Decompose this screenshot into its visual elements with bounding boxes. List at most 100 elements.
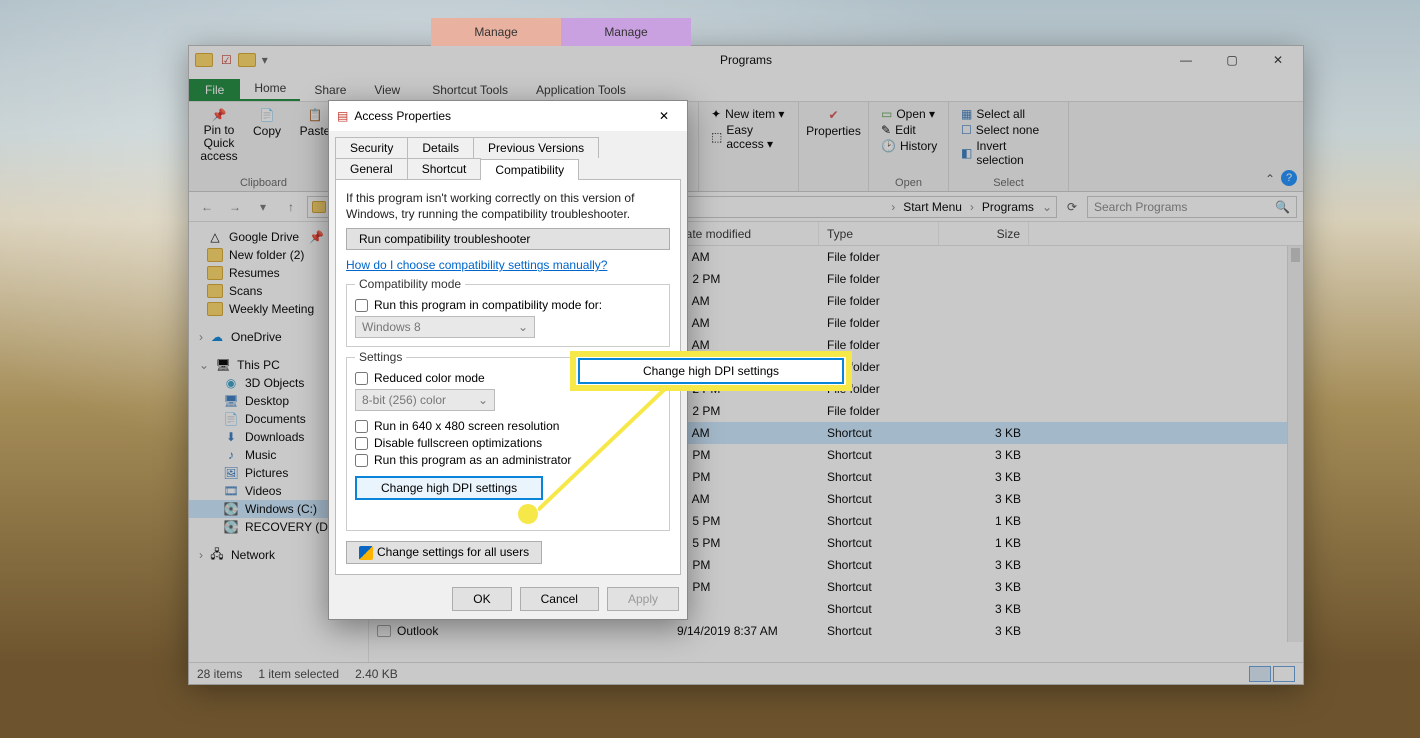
breadcrumb-segment[interactable]: Start Menu: [899, 200, 966, 214]
dialog-button-row: OK Cancel Apply: [329, 581, 687, 619]
select-all-icon: ▦: [961, 107, 972, 121]
copy-button[interactable]: 📄Copy: [247, 106, 287, 166]
row-date: … AM: [669, 250, 819, 264]
low-res-checkbox[interactable]: Run in 640 x 480 screen resolution: [355, 419, 661, 433]
help-icon[interactable]: ?: [1281, 170, 1297, 186]
tab-security[interactable]: Security: [335, 137, 408, 158]
pin-icon: 📌: [212, 108, 227, 122]
col-date[interactable]: Date modified: [669, 222, 819, 245]
status-size: 2.40 KB: [355, 667, 398, 681]
history-button[interactable]: 🕑History: [879, 138, 938, 154]
forward-button[interactable]: →: [223, 195, 247, 219]
invert-selection-icon: ◧: [961, 146, 972, 160]
details-view-button[interactable]: [1249, 666, 1271, 682]
tab-details[interactable]: Details: [407, 137, 474, 158]
tab-share[interactable]: Share: [300, 79, 360, 101]
row-size: 3 KB: [939, 602, 1029, 616]
row-type: File folder: [819, 272, 939, 286]
title-bar[interactable]: ☑ ▾ Manage Manage Programs — ▢ ✕: [189, 46, 1303, 74]
tab-file[interactable]: File: [189, 79, 240, 101]
back-button[interactable]: ←: [195, 195, 219, 219]
color-depth-combo[interactable]: 8-bit (256) color⌄: [355, 389, 495, 411]
desktop-icon: 🖥: [223, 394, 239, 408]
maximize-button[interactable]: ▢: [1209, 46, 1255, 74]
select-none-icon: ☐: [961, 123, 972, 137]
compat-mode-checkbox[interactable]: Run this program in compatibility mode f…: [355, 298, 661, 312]
large-icons-view-button[interactable]: [1273, 666, 1295, 682]
row-date: … 2 PM: [669, 272, 819, 286]
tab-application-tools[interactable]: Application Tools: [522, 79, 640, 101]
group-clipboard-label: Clipboard: [199, 177, 328, 189]
up-button[interactable]: ↑: [279, 195, 303, 219]
ok-button[interactable]: OK: [452, 587, 511, 611]
compat-os-combo[interactable]: Windows 8⌄: [355, 316, 535, 338]
manual-settings-link[interactable]: How do I choose compatibility settings m…: [346, 258, 670, 272]
tab-previous-versions[interactable]: Previous Versions: [473, 137, 599, 158]
chevron-down-icon: ⌄: [199, 358, 209, 372]
row-size: 1 KB: [939, 536, 1029, 550]
qat-dropdown-icon[interactable]: ▾: [262, 53, 268, 67]
row-type: File folder: [819, 338, 939, 352]
row-size: 3 KB: [939, 492, 1029, 506]
pin-to-quick-access-button[interactable]: 📌Pin to Quick access: [199, 106, 239, 166]
row-type: File folder: [819, 404, 939, 418]
tab-shortcut-tools[interactable]: Shortcut Tools: [418, 79, 522, 101]
new-item-button[interactable]: ✦New item ▾: [709, 106, 788, 122]
tab-view[interactable]: View: [360, 79, 414, 101]
row-date: … PM: [669, 448, 819, 462]
run-troubleshooter-button[interactable]: Run compatibility troubleshooter: [346, 228, 670, 250]
apply-button[interactable]: Apply: [607, 587, 679, 611]
tab-home[interactable]: Home: [240, 77, 300, 101]
edit-button[interactable]: ✎Edit: [879, 122, 938, 138]
properties-button[interactable]: ✔Properties: [809, 106, 858, 140]
properties-icon: ✔: [828, 108, 838, 122]
tab-compatibility[interactable]: Compatibility: [480, 159, 579, 180]
easy-access-icon: ⬚: [711, 130, 722, 144]
row-date: … PM: [669, 580, 819, 594]
breadcrumb-icon: [312, 201, 326, 213]
breadcrumb-segment[interactable]: Programs: [978, 200, 1038, 214]
status-item-count: 28 items: [197, 667, 242, 681]
vertical-scrollbar[interactable]: [1287, 246, 1303, 642]
row-type: Shortcut: [819, 580, 939, 594]
minimize-button[interactable]: —: [1163, 46, 1209, 74]
qat-open-icon[interactable]: [238, 53, 256, 67]
change-high-dpi-button[interactable]: Change high DPI settings: [355, 476, 543, 500]
table-row[interactable]: Outlook9/14/2019 8:37 AMShortcut3 KB: [369, 620, 1303, 642]
col-size[interactable]: Size: [939, 222, 1029, 245]
refresh-button[interactable]: ⟳: [1061, 196, 1083, 218]
run-as-admin-checkbox[interactable]: Run this program as an administrator: [355, 453, 661, 467]
recent-locations-button[interactable]: ▾: [251, 195, 275, 219]
row-date: … AM: [669, 316, 819, 330]
tab-general[interactable]: General: [335, 158, 408, 179]
dialog-title-bar[interactable]: ▤Access Properties ✕: [329, 101, 687, 131]
easy-access-button[interactable]: ⬚Easy access ▾: [709, 122, 788, 152]
select-none-button[interactable]: ☐Select none: [959, 122, 1058, 138]
select-all-button[interactable]: ▦Select all: [959, 106, 1058, 122]
row-size: 3 KB: [939, 448, 1029, 462]
context-tab-shortcut-header: Manage: [431, 18, 561, 46]
history-icon: 🕑: [881, 139, 896, 153]
disable-fullscreen-checkbox[interactable]: Disable fullscreen optimizations: [355, 436, 661, 450]
row-type: File folder: [819, 316, 939, 330]
close-button[interactable]: ✕: [1255, 46, 1301, 74]
row-date: … 5 PM: [669, 514, 819, 528]
row-size: 3 KB: [939, 580, 1029, 594]
3d-objects-icon: ◉: [223, 376, 239, 390]
dialog-close-button[interactable]: ✕: [649, 101, 679, 131]
invert-selection-button[interactable]: ◧Invert selection: [959, 138, 1058, 168]
qat-checkbox-icon[interactable]: ☑: [221, 53, 232, 67]
col-type[interactable]: Type: [819, 222, 939, 245]
network-icon: 🖧: [209, 548, 225, 562]
ribbon-collapse-button[interactable]: ⌃: [1265, 172, 1275, 186]
row-date: … AM: [669, 294, 819, 308]
window-icon: [195, 53, 213, 67]
search-input[interactable]: Search Programs 🔍: [1087, 196, 1297, 218]
row-icon: [377, 625, 391, 637]
open-button[interactable]: ▭Open ▾: [879, 106, 938, 122]
dialog-tabstrip: Security Details Previous Versions Gener…: [329, 131, 687, 179]
pin-icon: 📌: [309, 230, 324, 244]
tab-shortcut[interactable]: Shortcut: [407, 158, 482, 179]
cancel-button[interactable]: Cancel: [520, 587, 599, 611]
change-all-users-button[interactable]: Change settings for all users: [346, 541, 542, 564]
